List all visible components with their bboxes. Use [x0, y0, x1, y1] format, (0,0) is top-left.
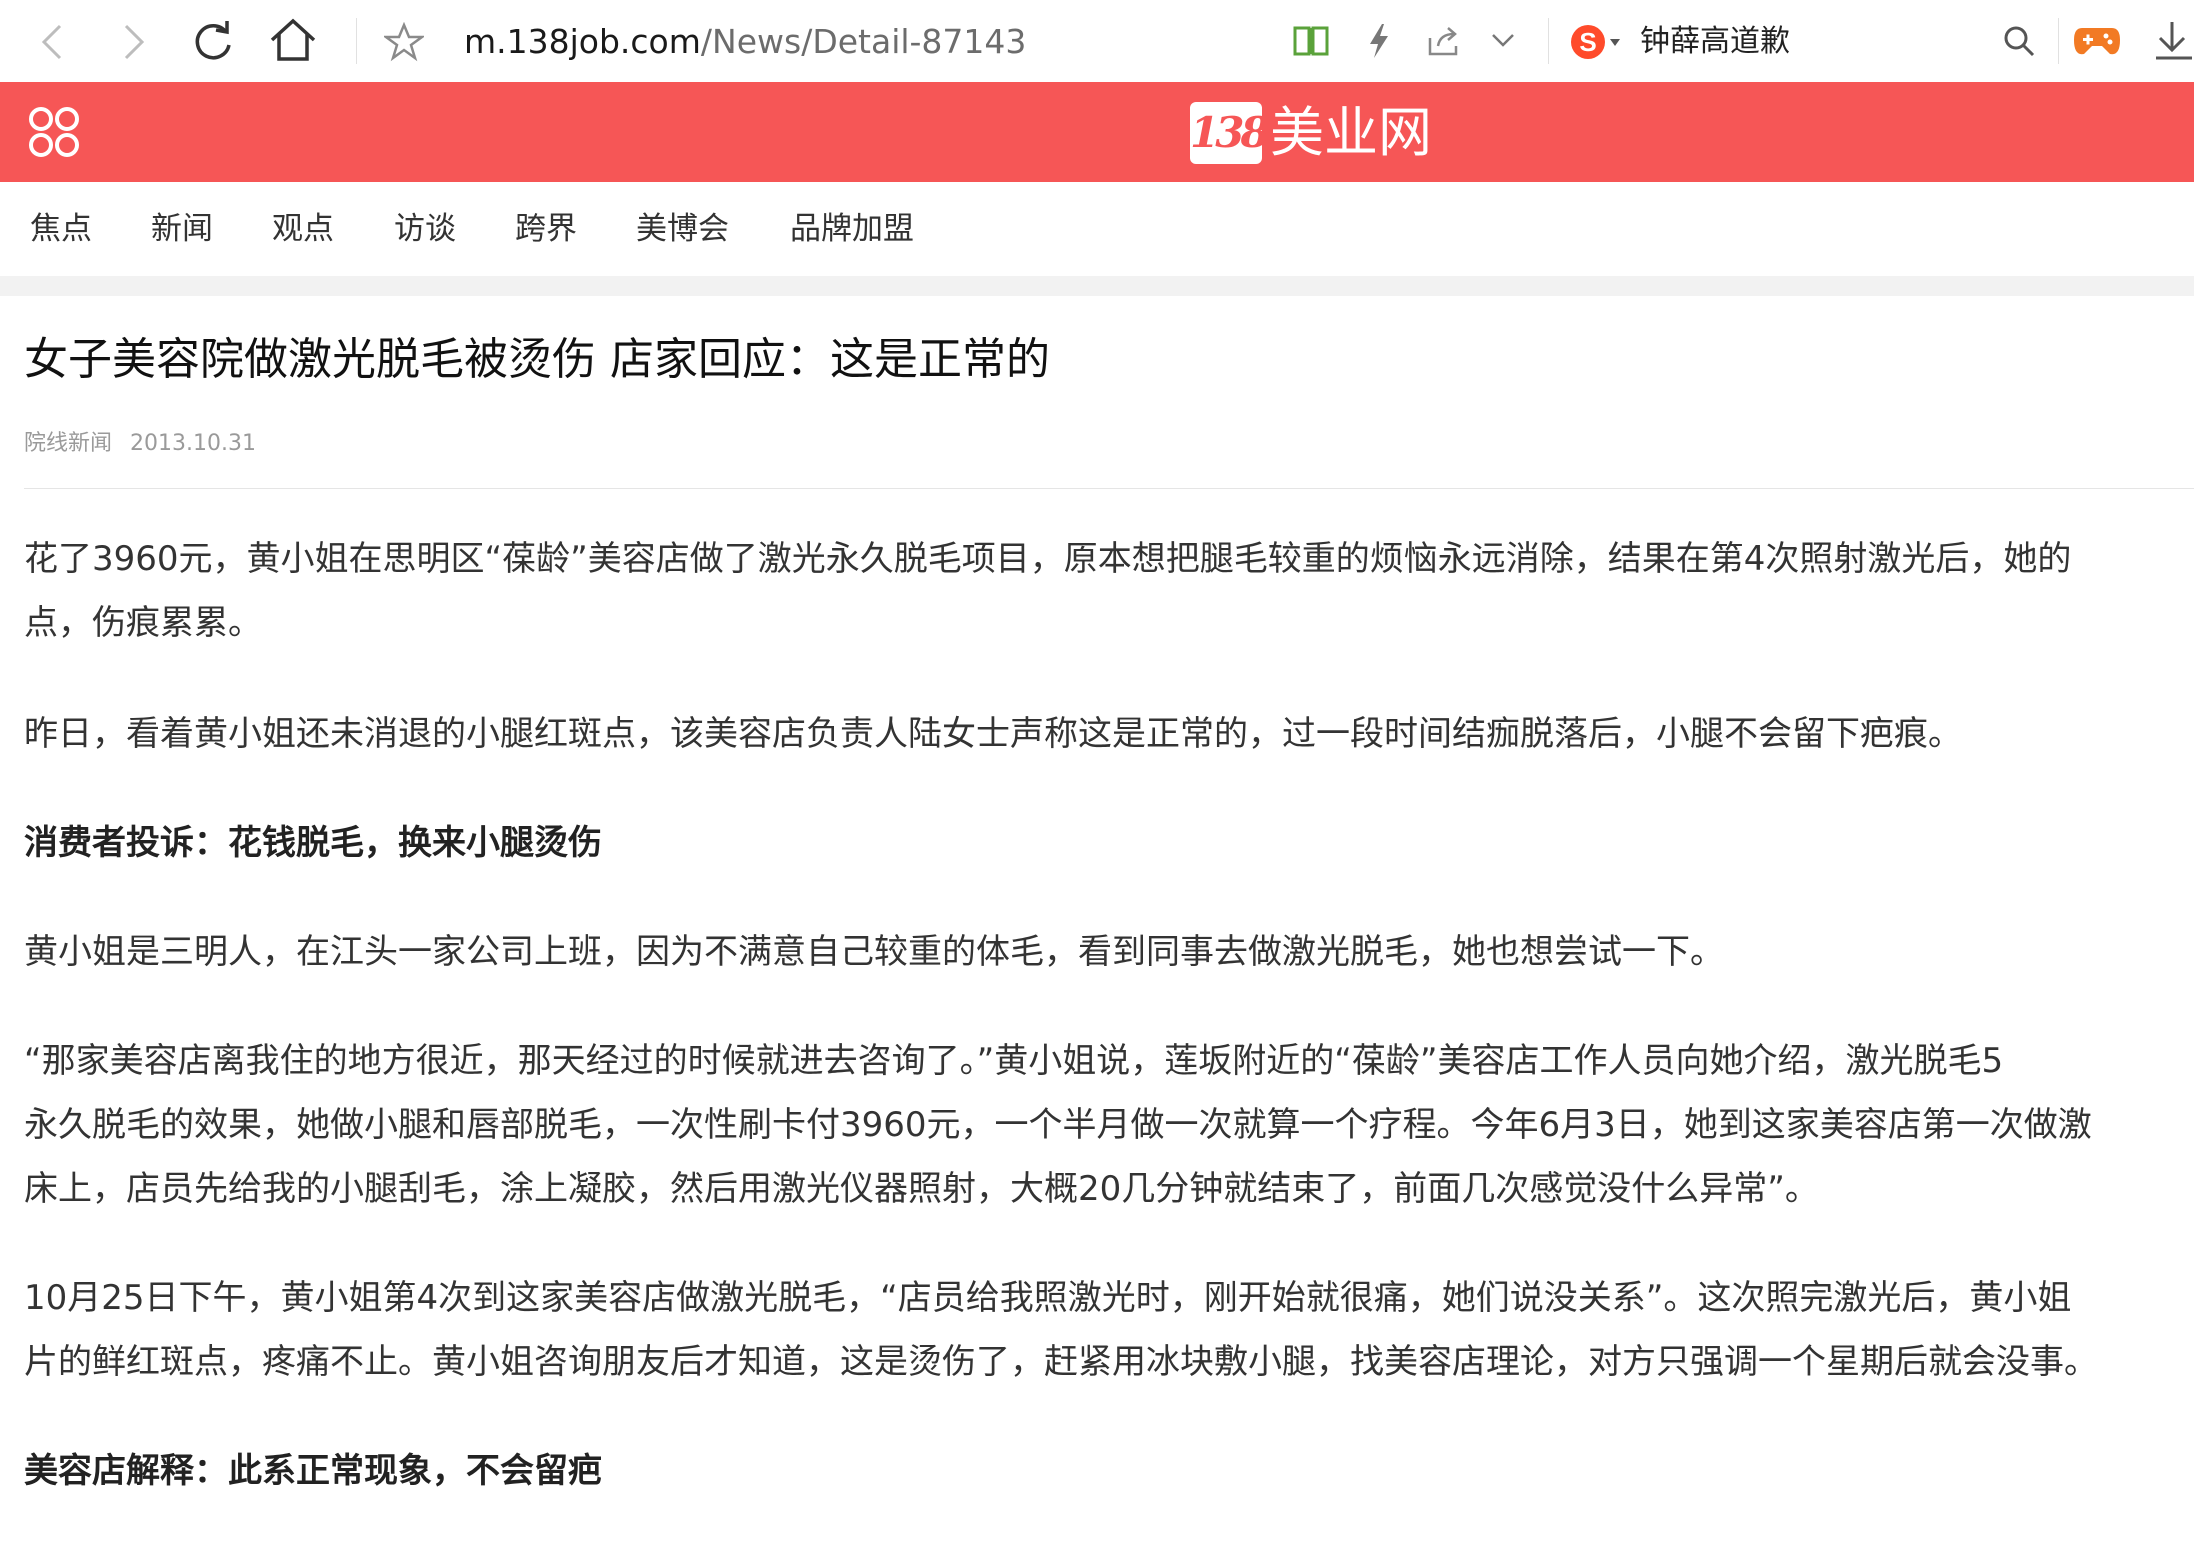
browser-window: m.138job.com/News/Detail-87143 S 钟薛高道歉 1…: [0, 0, 2194, 1547]
reload-icon[interactable]: [190, 18, 236, 64]
reader-icon[interactable]: [1292, 24, 1330, 58]
apps-menu-icon[interactable]: [26, 104, 82, 160]
article-meta: 院线新闻 2013.10.31: [24, 425, 256, 457]
article-line: 花了3960元，黄小姐在思明区“葆龄”美容店做了激光永久脱毛项目，原本想把腿毛较…: [24, 539, 2072, 579]
game-icon[interactable]: [2072, 22, 2122, 60]
home-icon[interactable]: [268, 16, 318, 64]
article-line: 永久脱毛的效果，她做小腿和唇部脱毛，一次性刷卡付3960元，一个半月做一次就算一…: [24, 1105, 2092, 1145]
title-divider: [24, 488, 2194, 489]
article-line: 黄小姐是三明人，在江头一家公司上班，因为不满意自己较重的体毛，看到同事去做激光脱…: [24, 932, 1724, 972]
back-icon[interactable]: [36, 22, 70, 62]
svg-text:S: S: [1579, 27, 1596, 57]
url-path: /News/Detail-87143: [700, 22, 1027, 61]
article-subheading: 美容店解释：此系正常现象，不会留疤: [24, 1451, 602, 1491]
article-date: 2013.10.31: [130, 431, 256, 456]
logo-text: 美业网: [1270, 101, 1432, 164]
forward-icon[interactable]: [116, 22, 150, 62]
article-subheading: 消费者投诉：花钱脱毛，换来小腿烫伤: [24, 823, 602, 863]
nav-item-opinion[interactable]: 观点: [272, 182, 334, 276]
sogou-s-icon[interactable]: S: [1568, 20, 1624, 64]
section-gap: [0, 276, 2194, 296]
url-host: m.138job.com: [464, 22, 701, 61]
category-nav: 焦点 新闻 观点 访谈 跨界 美博会 品牌加盟: [0, 182, 2194, 277]
article-line: 昨日，看着黄小姐还未消退的小腿红斑点，该美容店负责人陆女士声称这是正常的，过一段…: [24, 714, 1962, 754]
nav-item-interview[interactable]: 访谈: [394, 182, 456, 276]
browser-toolbar: m.138job.com/News/Detail-87143 S 钟薛高道歉: [0, 0, 2194, 83]
article-line: 床上，店员先给我的小腿刮毛，涂上凝胶，然后用激光仪器照射，大概20几分钟就结束了…: [24, 1169, 1819, 1209]
article-line: 片的鲜红斑点，疼痛不止。黄小姐咨询朋友后才知道，这是烫伤了，赶紧用冰块敷小腿，找…: [24, 1342, 2098, 1382]
search-suggestion[interactable]: 钟薛高道歉: [1640, 20, 1790, 64]
article-line: “那家美容店离我住的地方很近，那天经过的时候就进去咨询了。”黄小姐说，莲坂附近的…: [24, 1041, 2004, 1081]
star-icon[interactable]: [384, 22, 424, 62]
nav-item-news[interactable]: 新闻: [151, 182, 213, 276]
nav-item-focus[interactable]: 焦点: [30, 182, 92, 276]
article-source[interactable]: 院线新闻: [24, 431, 112, 456]
chevron-down-icon[interactable]: [1490, 30, 1516, 50]
address-bar[interactable]: m.138job.com/News/Detail-87143: [464, 20, 1026, 64]
lightning-icon[interactable]: [1364, 22, 1394, 60]
article-title: 女子美容院做激光脱毛被烫伤 店家回应：这是正常的: [24, 334, 1050, 385]
nav-item-franchise[interactable]: 品牌加盟: [790, 182, 914, 276]
article-line: 10月25日下午，黄小姐第4次到这家美容店做激光脱毛，“店员给我照激光时，刚开始…: [24, 1278, 2072, 1318]
search-icon[interactable]: [2002, 24, 2036, 58]
nav-item-crossover[interactable]: 跨界: [515, 182, 577, 276]
site-header: [0, 82, 2194, 182]
nav-item-expo[interactable]: 美博会: [636, 182, 729, 276]
site-logo[interactable]: 138 美业网: [1190, 98, 1432, 168]
download-icon[interactable]: [2152, 18, 2194, 64]
article-line: 点，伤痕累累。: [24, 603, 262, 643]
logo-badge: 138: [1190, 102, 1270, 164]
share-icon[interactable]: [1426, 24, 1462, 58]
